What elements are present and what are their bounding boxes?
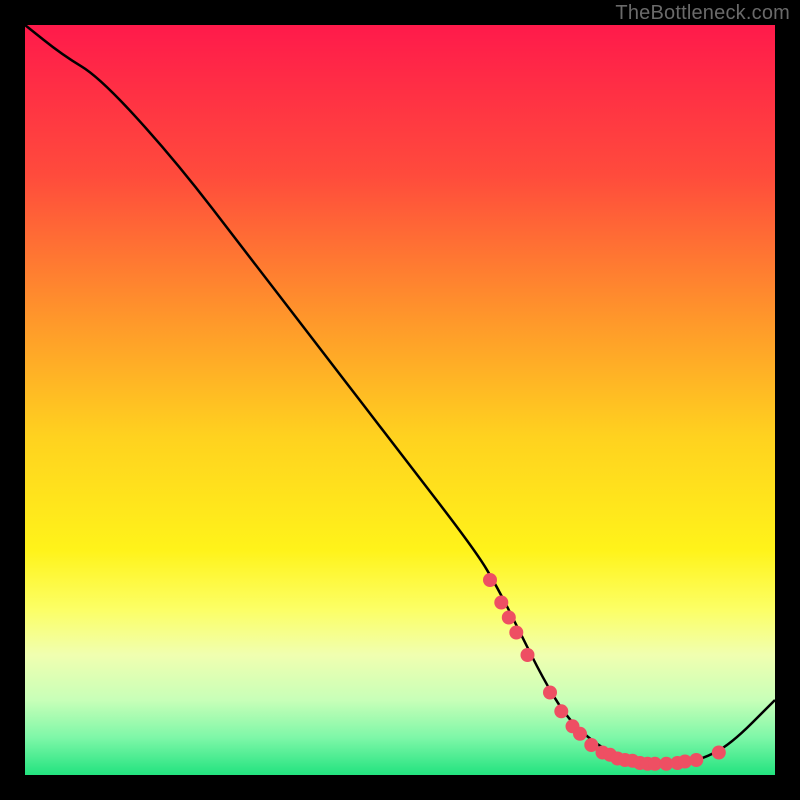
- data-marker: [573, 727, 587, 741]
- data-marker: [502, 611, 516, 625]
- chart-frame: TheBottleneck.com: [0, 0, 800, 800]
- data-marker: [483, 573, 497, 587]
- data-marker: [712, 746, 726, 760]
- plot-area: [25, 25, 775, 775]
- chart-canvas: [25, 25, 775, 775]
- data-marker: [494, 596, 508, 610]
- data-marker: [554, 704, 568, 718]
- data-marker: [509, 626, 523, 640]
- data-marker: [521, 648, 535, 662]
- watermark-text: TheBottleneck.com: [615, 2, 790, 25]
- data-marker: [689, 753, 703, 767]
- gradient-background: [25, 25, 775, 775]
- data-marker: [543, 686, 557, 700]
